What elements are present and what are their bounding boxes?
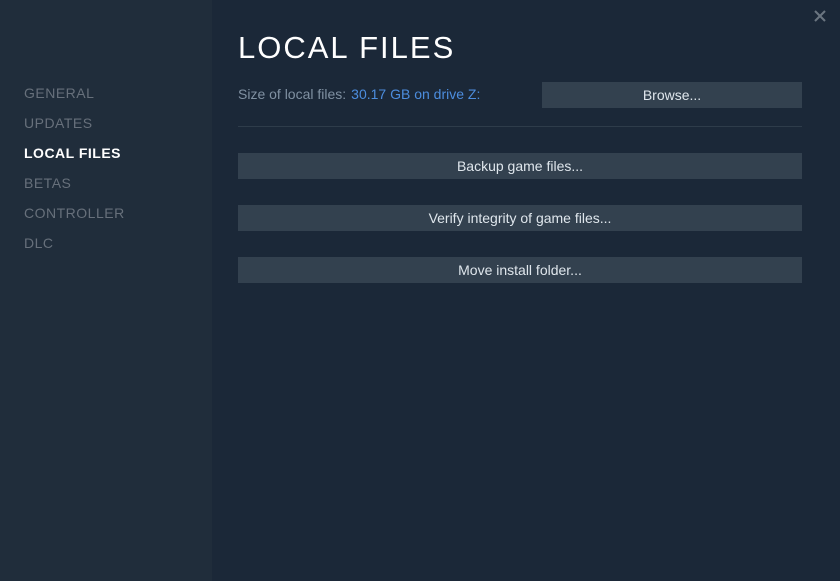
sidebar-item-dlc[interactable]: DLC — [0, 228, 212, 258]
sidebar-item-controller[interactable]: CONTROLLER — [0, 198, 212, 228]
move-button[interactable]: Move install folder... — [238, 257, 802, 283]
close-icon[interactable] — [812, 8, 828, 24]
size-label: Size of local files: — [238, 86, 346, 102]
main-panel: LOCAL FILES Size of local files: 30.17 G… — [212, 0, 840, 581]
action-buttons: Backup game files... Verify integrity of… — [238, 153, 802, 283]
page-title: LOCAL FILES — [238, 30, 802, 66]
sidebar-item-label: GENERAL — [24, 85, 94, 101]
sidebar: GENERAL UPDATES LOCAL FILES BETAS CONTRO… — [0, 0, 212, 581]
backup-button[interactable]: Backup game files... — [238, 153, 802, 179]
verify-button[interactable]: Verify integrity of game files... — [238, 205, 802, 231]
sidebar-item-local-files[interactable]: LOCAL FILES — [0, 138, 212, 168]
local-files-info-row: Size of local files: 30.17 GB on drive Z… — [238, 86, 802, 127]
sidebar-item-label: DLC — [24, 235, 54, 251]
sidebar-item-label: UPDATES — [24, 115, 93, 131]
sidebar-item-label: LOCAL FILES — [24, 145, 121, 161]
sidebar-item-updates[interactable]: UPDATES — [0, 108, 212, 138]
sidebar-item-betas[interactable]: BETAS — [0, 168, 212, 198]
sidebar-item-general[interactable]: GENERAL — [0, 78, 212, 108]
sidebar-item-label: BETAS — [24, 175, 71, 191]
sidebar-item-label: CONTROLLER — [24, 205, 125, 221]
browse-button[interactable]: Browse... — [542, 82, 802, 108]
size-value: 30.17 GB on drive Z: — [351, 86, 480, 102]
